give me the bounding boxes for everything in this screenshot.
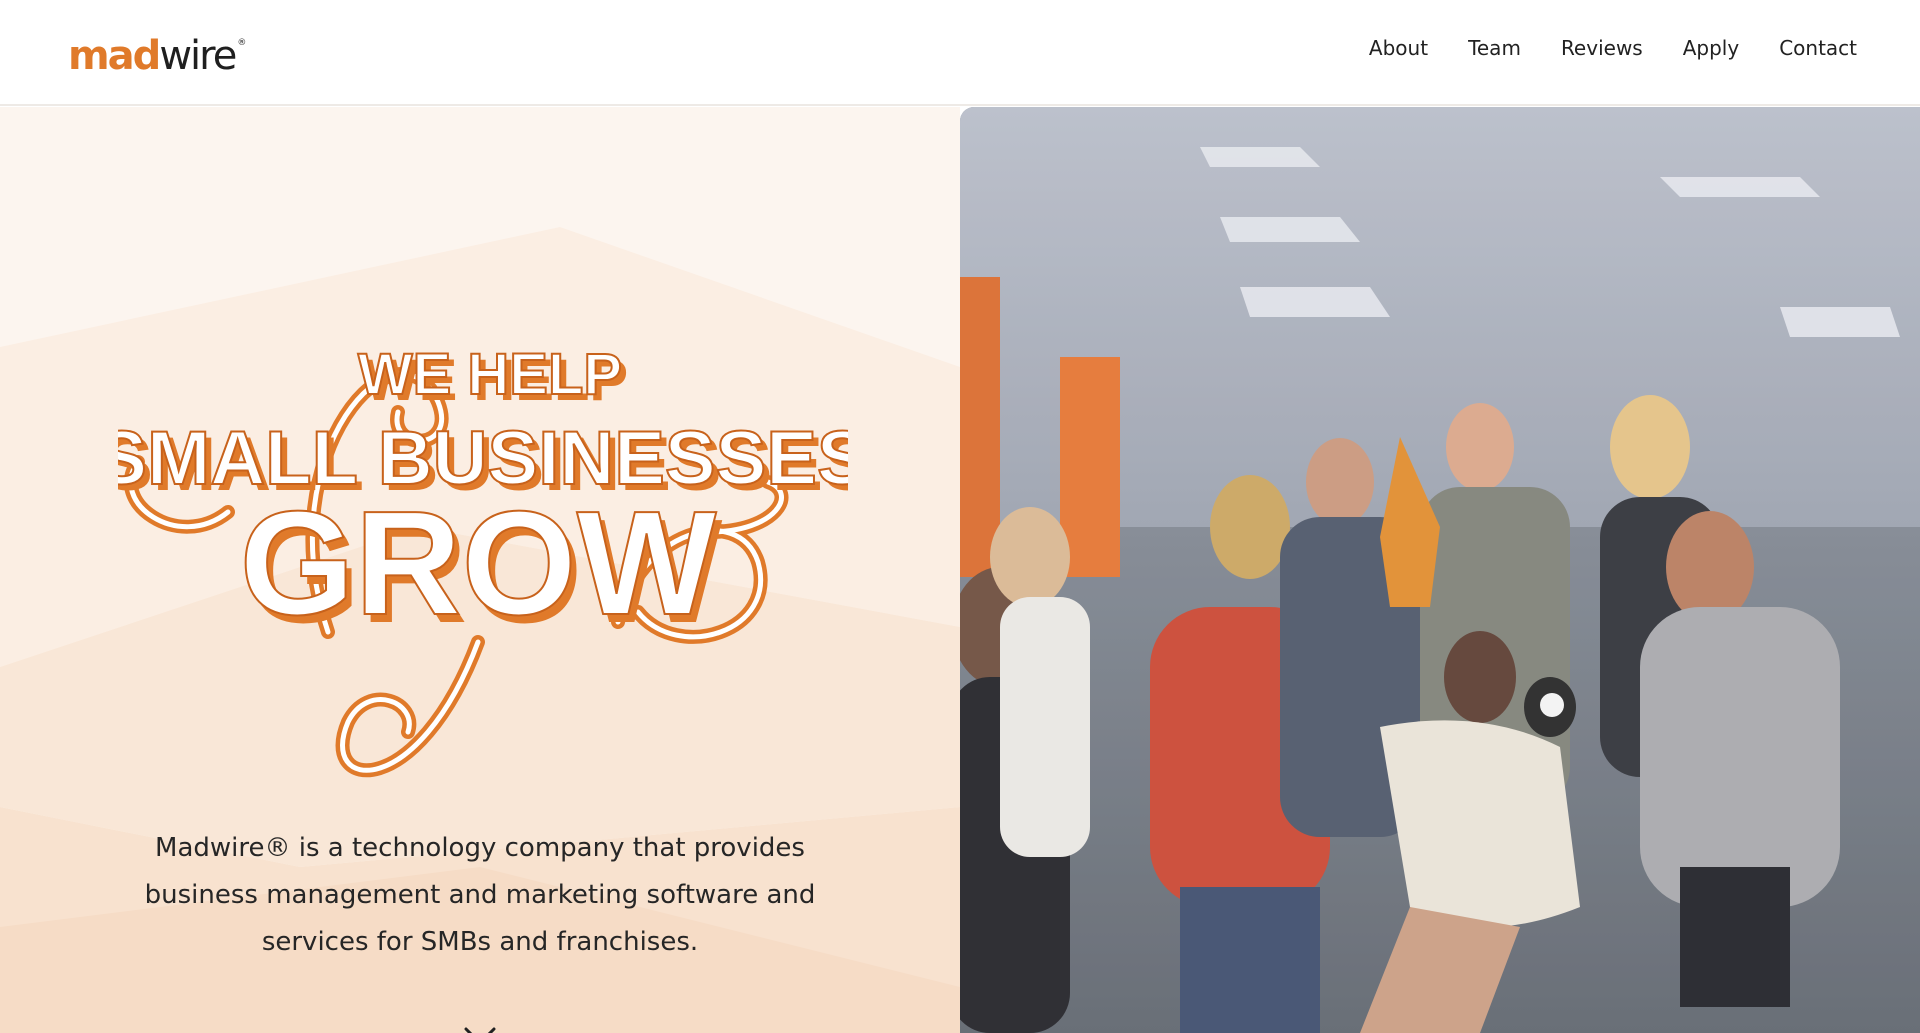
nav-contact-link[interactable]: Contact xyxy=(1779,36,1857,60)
tagline-line-3: services for SMBs and franchises. xyxy=(261,927,699,957)
team-celebration-video-frame xyxy=(960,107,1920,1033)
headline-line1: WE HELP xyxy=(358,342,622,407)
nav-reviews-link[interactable]: Reviews xyxy=(1561,36,1643,60)
logo-suffix: wire xyxy=(159,33,237,79)
chevron-down-icon xyxy=(464,1027,496,1033)
hero-text-panel: WE HELP SMALL BUSINESSES GROW WE HELP SM… xyxy=(0,107,960,1033)
main-nav: About Team Reviews Apply Contact xyxy=(1329,36,1857,60)
madwire-logo[interactable]: mad wire ® xyxy=(68,36,246,76)
headline-line3: GROW xyxy=(240,481,717,646)
tagline-line-2: business management and marketing softwa… xyxy=(144,880,816,910)
hero-tagline: Madwire® is a technology company that pr… xyxy=(120,825,840,966)
nav-team-link[interactable]: Team xyxy=(1468,36,1521,60)
nav-about-link[interactable]: About xyxy=(1369,36,1428,60)
hero-video[interactable] xyxy=(960,107,1920,1033)
tagline-line-1: Madwire® is a technology company that pr… xyxy=(155,833,805,863)
scroll-down-button[interactable] xyxy=(460,1017,500,1033)
nav-apply-link[interactable]: Apply xyxy=(1683,36,1739,60)
headline-lettering: WE HELP SMALL BUSINESSES GROW WE HELP SM… xyxy=(118,341,848,778)
logo-registered-mark: ® xyxy=(237,38,247,48)
logo-prefix: mad xyxy=(68,33,161,79)
site-header: mad wire ® About Team Reviews Apply Contac… xyxy=(0,0,1920,106)
